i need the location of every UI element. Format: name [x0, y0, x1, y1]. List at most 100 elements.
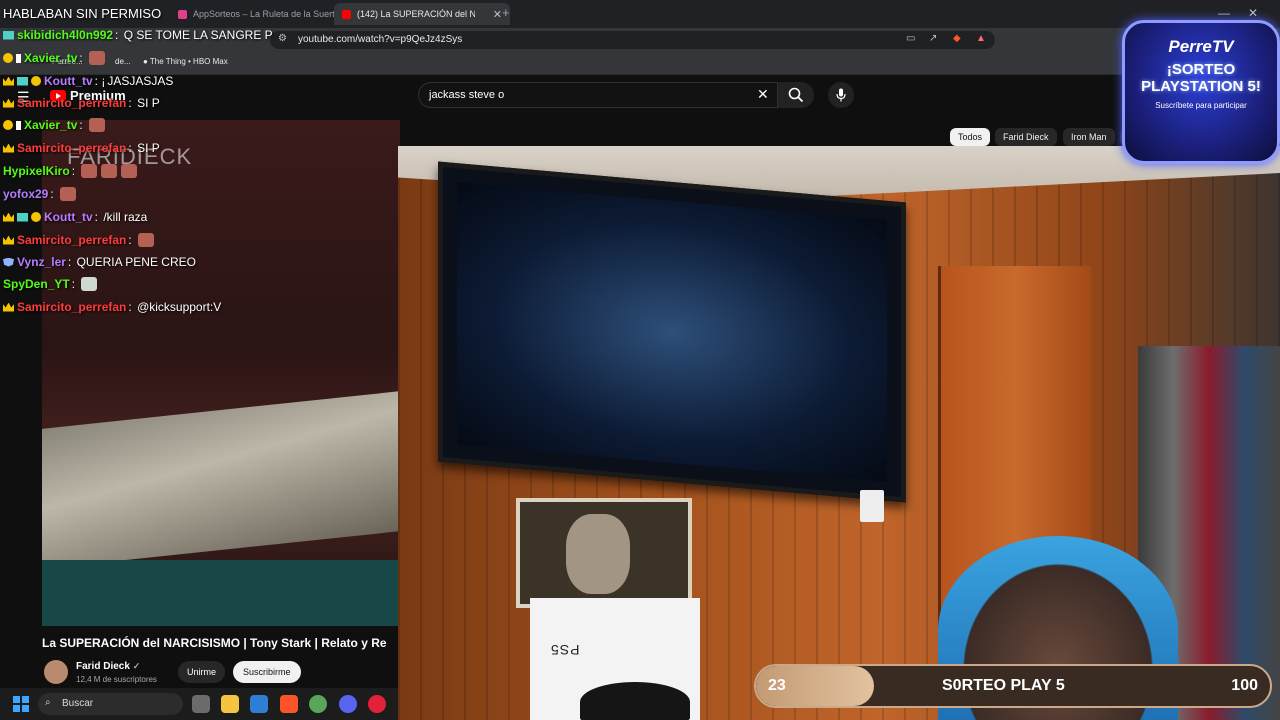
minimize-icon[interactable]: — [1218, 6, 1230, 20]
taskbar-search-input[interactable]: Buscar [38, 693, 183, 715]
chat-username[interactable]: Xavier_tv [24, 118, 77, 132]
goal-current: 23 [768, 677, 786, 694]
channel-avatar[interactable] [44, 660, 68, 684]
chat-username[interactable]: skibidich4l0n992 [17, 28, 113, 42]
ps5-logo: PS5 [550, 642, 580, 658]
brave-icon[interactable] [280, 695, 298, 713]
chat-text: QUERIA PENE CREO [76, 255, 196, 269]
webcam-feed: PS5 [398, 146, 1280, 720]
chat-message: yofox29: [3, 187, 77, 201]
tab-appsorteos[interactable]: AppSorteos – La Ruleta de la Suerte [170, 3, 346, 25]
goal-max: 100 [1231, 677, 1258, 694]
video-title: La SUPERACIÓN del NARCISISMO | Tony Star… [42, 636, 387, 650]
tab-hablaban[interactable]: HABLABAN SIN PERMISO [3, 6, 161, 21]
verified-icon: ✓ [132, 661, 141, 671]
search-icon [788, 87, 804, 103]
chat-message: Vynz_ler: QUERIA PENE CREO [3, 255, 196, 269]
chat-message: Samircito_perrefan: SI P [3, 141, 160, 155]
crown-badge-icon [3, 212, 14, 222]
chat-username[interactable]: Koutt_tv [44, 210, 93, 224]
warning-badge-icon [3, 120, 13, 130]
promo-brand: PerreTV [1168, 37, 1234, 56]
chat-username[interactable]: Vynz_ler [17, 255, 66, 269]
tab-youtube-video[interactable]: (142) La SUPERACIÓN del NARC ✕ [334, 3, 510, 25]
edge-icon[interactable] [250, 695, 268, 713]
site-info-icon[interactable]: ⚙ [278, 33, 287, 44]
clear-search-icon[interactable]: ✕ [757, 86, 769, 103]
chat-text: JASJASJAS [107, 74, 174, 88]
wall-tv [438, 161, 906, 503]
chat-message: HypixelKiro: [3, 164, 138, 178]
subscriber-badge-icon [17, 76, 28, 86]
light-switch [860, 490, 884, 522]
chat-message: SpyDen_YT: [3, 277, 98, 291]
voice-search-button[interactable] [828, 82, 854, 108]
address-bar[interactable]: youtube.com/watch?v=p9QeJz4zSys [270, 31, 995, 49]
search-button[interactable] [778, 82, 814, 108]
youtube-favicon-icon [342, 9, 351, 19]
subscriber-badge-icon [17, 212, 28, 222]
chat-username[interactable]: Samircito_perrefan [17, 141, 126, 155]
new-tab-button[interactable]: + [502, 5, 510, 20]
video-frame-floor [42, 560, 400, 626]
promo-subtitle: Suscríbete para participar [1155, 101, 1247, 110]
chat-username[interactable]: yofox29 [3, 187, 48, 201]
close-window-icon[interactable]: ✕ [1248, 6, 1258, 20]
appsorteos-favicon-icon [178, 9, 187, 19]
chip-todos[interactable]: Todos [950, 128, 991, 146]
emote-icon [101, 164, 118, 178]
chat-username[interactable]: Samircito_perrefan [17, 300, 126, 314]
chat-username[interactable]: Koutt_tv [44, 74, 93, 88]
bookmark-item-hbo[interactable]: ● The Thing • HBO Max [143, 57, 228, 66]
emote-icon [81, 164, 98, 178]
chat-username[interactable]: Xavier_tv [24, 51, 77, 65]
microphone-icon [836, 88, 846, 102]
chat-username[interactable]: HypixelKiro [3, 164, 70, 178]
poster-portrait [566, 514, 630, 594]
opera-icon[interactable] [368, 695, 386, 713]
bookmark-label: The Thing • HBO Max [149, 57, 228, 66]
share-icon[interactable]: ↗ [929, 33, 937, 44]
chat-text: Q SE TOME LA SANGRE P [123, 28, 273, 42]
crown-badge-icon [3, 98, 14, 108]
chip-iron-man[interactable]: Iron Man [1063, 128, 1115, 146]
join-button[interactable]: Unirme [178, 661, 226, 683]
chat-text: SI P [137, 96, 160, 110]
subscribe-button[interactable]: Suscribirme [233, 661, 301, 683]
rewards-icon[interactable]: ▲ [976, 33, 986, 44]
sword-badge-icon [16, 53, 21, 63]
app-green-icon[interactable] [309, 695, 327, 713]
bookmark-item[interactable]: de... [115, 57, 131, 66]
emote-icon [89, 118, 106, 132]
warning-badge-icon [31, 212, 41, 222]
chat-message: Samircito_perrefan: SI P [3, 96, 160, 110]
tv-screen [457, 182, 887, 482]
search-input[interactable]: jackass steve o [418, 82, 778, 108]
emote-icon [121, 164, 138, 178]
crown-badge-icon [3, 235, 14, 245]
emote-icon [60, 187, 77, 201]
chat-message: Samircito_perrefan: @kicksupport:V [3, 300, 221, 314]
close-tab-icon[interactable]: ✕ [493, 8, 502, 21]
chip-farid-dieck[interactable]: Farid Dieck [995, 128, 1057, 146]
chat-text: /kill raza [103, 210, 148, 224]
promo-title-line: ¡SORTEO [1166, 61, 1236, 78]
chat-username[interactable]: Samircito_perrefan [17, 96, 126, 110]
discord-icon[interactable] [339, 695, 357, 713]
brave-shield-icon[interactable]: ◆ [953, 33, 961, 44]
shield-badge-icon [3, 257, 14, 267]
channel-name[interactable]: Farid Dieck ✓ [76, 661, 140, 672]
emote-icon [138, 233, 155, 247]
chat-username[interactable]: SpyDen_YT [3, 277, 70, 291]
chat-username[interactable]: Samircito_perrefan [17, 233, 126, 247]
windows-start-icon[interactable] [13, 696, 29, 712]
tab-label: (142) La SUPERACIÓN del NARC [357, 9, 475, 19]
emote-icon [89, 51, 106, 65]
cast-icon[interactable]: ▭ [906, 33, 915, 44]
file-explorer-icon[interactable] [221, 695, 239, 713]
warning-badge-icon [31, 76, 41, 86]
task-view-icon[interactable] [192, 695, 210, 713]
goal-label: S0RTEO PLAY 5 [942, 677, 1065, 694]
promo-title: ¡SORTEO PLAYSTATION 5! [1125, 61, 1277, 95]
chat-text: SI P [137, 141, 160, 155]
